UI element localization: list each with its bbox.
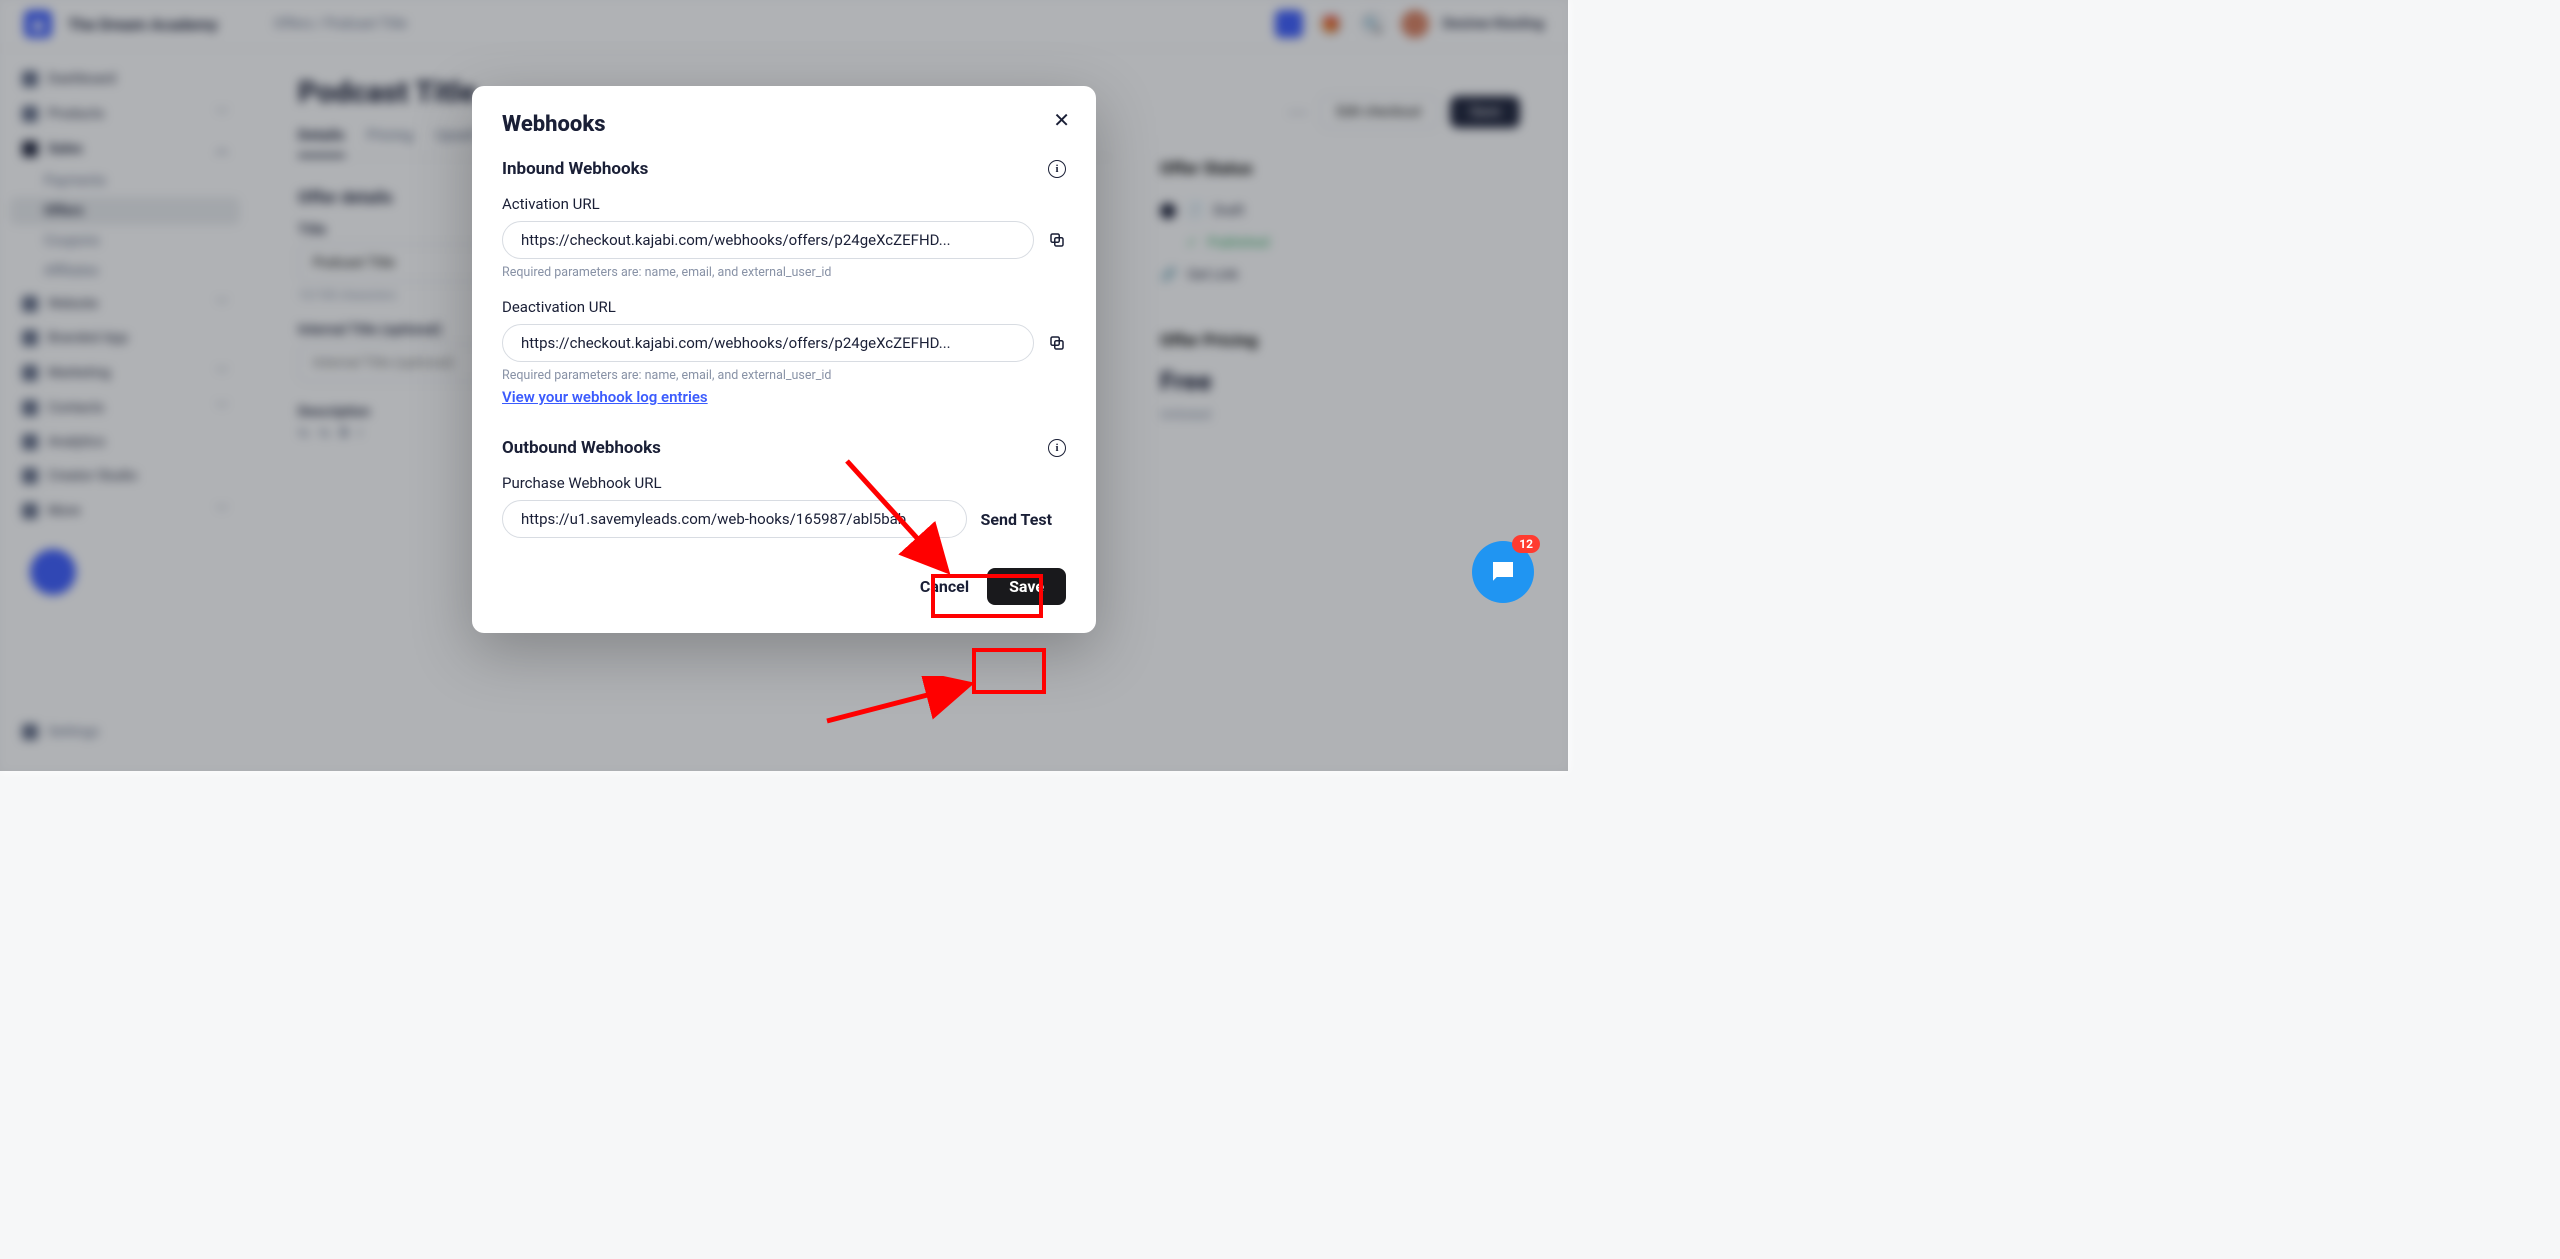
modal-title: Webhooks — [502, 112, 1066, 137]
outbound-heading-text: Outbound Webhooks — [502, 438, 661, 458]
webhooks-modal: Webhooks ✕ Inbound Webhooks i Activation… — [472, 86, 1096, 633]
cancel-button[interactable]: Cancel — [916, 569, 973, 604]
modal-actions: Cancel Save — [502, 568, 1066, 605]
info-icon[interactable]: i — [1048, 160, 1066, 178]
send-test-button[interactable]: Send Test — [967, 501, 1067, 538]
purchase-url-row: https://u1.savemyleads.com/web-hooks/165… — [502, 500, 1066, 538]
modal-overlay: Webhooks ✕ Inbound Webhooks i Activation… — [0, 0, 1568, 771]
close-icon[interactable]: ✕ — [1053, 108, 1070, 132]
purchase-url-label: Purchase Webhook URL — [502, 474, 1066, 492]
deactivation-required-text: Required parameters are: name, email, an… — [502, 368, 1066, 383]
deactivation-url-input[interactable]: https://checkout.kajabi.com/webhooks/off… — [502, 324, 1034, 362]
webhook-log-link[interactable]: View your webhook log entries — [502, 388, 708, 406]
activation-url-row: https://checkout.kajabi.com/webhooks/off… — [502, 221, 1066, 259]
save-button[interactable]: Save — [987, 568, 1066, 605]
purchase-url-input[interactable]: https://u1.savemyleads.com/web-hooks/165… — [502, 500, 967, 538]
activation-url-label: Activation URL — [502, 195, 1066, 213]
deactivation-url-row: https://checkout.kajabi.com/webhooks/off… — [502, 324, 1066, 362]
copy-icon[interactable] — [1048, 334, 1066, 352]
chat-icon — [1488, 557, 1518, 587]
info-icon[interactable]: i — [1048, 439, 1066, 457]
inbound-heading-text: Inbound Webhooks — [502, 159, 648, 179]
chat-badge: 12 — [1512, 535, 1540, 553]
chat-fab-button[interactable]: 12 — [1472, 541, 1534, 603]
outbound-heading: Outbound Webhooks i — [502, 438, 1066, 458]
activation-required-text: Required parameters are: name, email, an… — [502, 265, 1066, 280]
inbound-heading: Inbound Webhooks i — [502, 159, 1066, 179]
activation-url-input[interactable]: https://checkout.kajabi.com/webhooks/off… — [502, 221, 1034, 259]
copy-icon[interactable] — [1048, 231, 1066, 249]
annotation-arrow-2 — [822, 676, 982, 726]
annotation-box-save — [972, 648, 1046, 694]
deactivation-url-label: Deactivation URL — [502, 298, 1066, 316]
